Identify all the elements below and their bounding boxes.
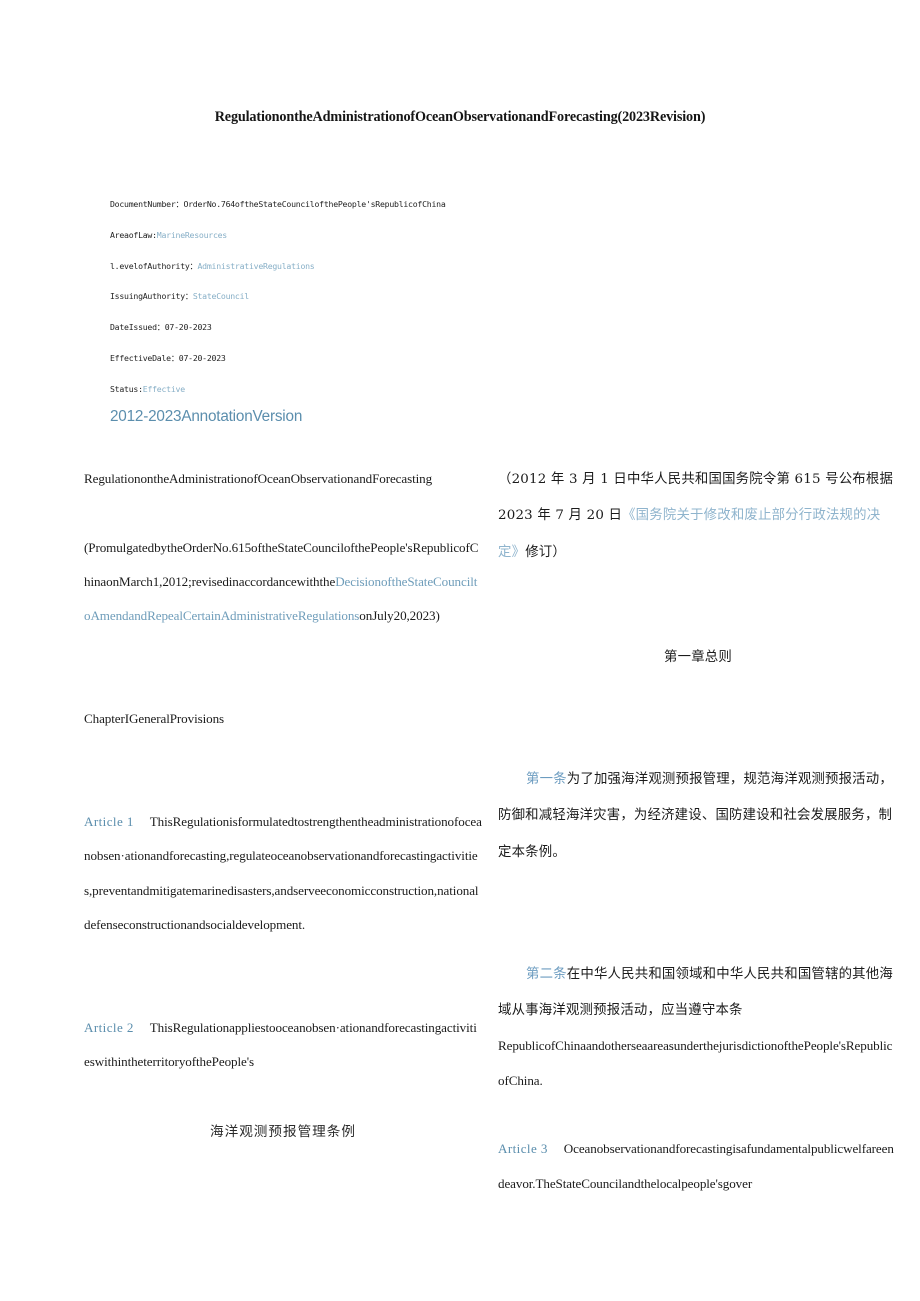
chapter-heading-en: ChapterIGeneralProvisions (84, 711, 225, 727)
article-2-en: Article 2 ThisRegulationappliestooceanobs… (84, 1011, 482, 1080)
metadata-row-area-of-law: AreaofLaw:MarineResources (110, 220, 550, 251)
promulgation-note-cn: （2012 年 3 月 1 日中华人民共和国国务院令第 615 号公布根据 20… (498, 462, 898, 571)
metadata-label: DateIssued： (110, 322, 165, 333)
metadata-row-status: Status:Effective (110, 374, 550, 405)
status-badge[interactable]: Effective (143, 384, 185, 394)
metadata-row-issuing-authority: IssuingAuthority：StateCouncil (110, 281, 550, 312)
metadata-value-link[interactable]: AdministrativeRegulations (198, 261, 315, 271)
metadata-value-link[interactable]: MarineResources (157, 230, 227, 240)
metadata-value-link[interactable]: StateCouncil (193, 291, 249, 301)
article-2-reference-link[interactable]: Article 2 (84, 1020, 134, 1035)
metadata-label: IssuingAuthority： (110, 291, 193, 302)
article-3-body: Oceanobservationandforecastingisafundame… (498, 1141, 894, 1191)
english-column: RegulationontheAdministrationofOceanObse… (84, 462, 482, 1079)
article-1-cn: 第一条为了加强海洋观测预报管理，规范海洋观测预报活动，防御和减轻海洋灾害，为经济… (498, 762, 898, 871)
article-1-en: Article 1 ThisRegulationisformulatedtostr… (84, 805, 482, 942)
metadata-label: AreaofLaw: (110, 229, 157, 240)
article-2-body: ThisRegulationappliestooceanobsen·ationa… (84, 1019, 477, 1070)
metadata-value: 07-20-2023 (178, 352, 226, 363)
page-title: RegulationontheAdministrationofOceanObse… (214, 109, 706, 125)
annotation-version-link[interactable]: 2012-2023AnnotationVersion (110, 408, 302, 426)
promulgation-note-en: (PromulgatedbytheOrderNo.615oftheStateCo… (84, 531, 482, 634)
chinese-column: （2012 年 3 月 1 日中华人民共和国国务院令第 615 号公布根据 20… (498, 462, 898, 1201)
article-1-reference-link-cn[interactable]: 第一条 (526, 772, 567, 787)
metadata-label: Status: (110, 383, 143, 394)
document-page: RegulationontheAdministrationofOceanObse… (0, 0, 920, 1301)
metadata-label: EffectiveDale： (110, 352, 179, 363)
promulgation-cn-part2: 修订） (525, 544, 566, 560)
metadata-label: DocumentNumber： (110, 199, 184, 209)
metadata-row-effective-date: EffectiveDale：07-20-2023 (110, 343, 550, 374)
article-3-reference-link[interactable]: Article 3 (498, 1141, 548, 1156)
article-3-en: Article 3 Oceanobservationandforecastingi… (498, 1132, 898, 1201)
article-2-reference-link-cn[interactable]: 第二条 (526, 967, 567, 982)
regulation-title-en: RegulationontheAdministrationofOceanObse… (84, 471, 433, 486)
metadata-row-date-issued: DateIssued：07-20-2023 (110, 312, 550, 343)
article-2-cn: 第二条在中华人民共和国领域和中华人民共和国管辖的其他海域从事海洋观测预报活动，应… (498, 957, 898, 1030)
article-1-reference-link[interactable]: Article 1 (84, 814, 134, 829)
document-metadata: DocumentNumber：OrderNo.764oftheStateCoun… (110, 189, 550, 405)
chinese-title-caption: 海洋观测预报管理条例 (210, 1124, 356, 1140)
promulgation-text-part2: onJuly20,2023) (359, 608, 440, 624)
article-1-body: ThisRegulationisformulatedtostrengthenth… (84, 813, 482, 932)
chapter-heading-cn: 第一章总则 (664, 649, 732, 665)
metadata-label: l.evelofAuthority： (110, 260, 198, 271)
metadata-value: 07-20-2023 (164, 322, 212, 333)
metadata-value: OrderNo.764oftheStateCouncilofthePeople'… (183, 199, 446, 209)
metadata-row-document-number: DocumentNumber：OrderNo.764oftheStateCoun… (110, 189, 550, 220)
article-2-overlay-en: RepublicofChinaandotherseaareasunderthej… (498, 1038, 893, 1088)
metadata-row-level-of-authority: l.evelofAuthority：AdministrativeRegulati… (110, 251, 550, 282)
